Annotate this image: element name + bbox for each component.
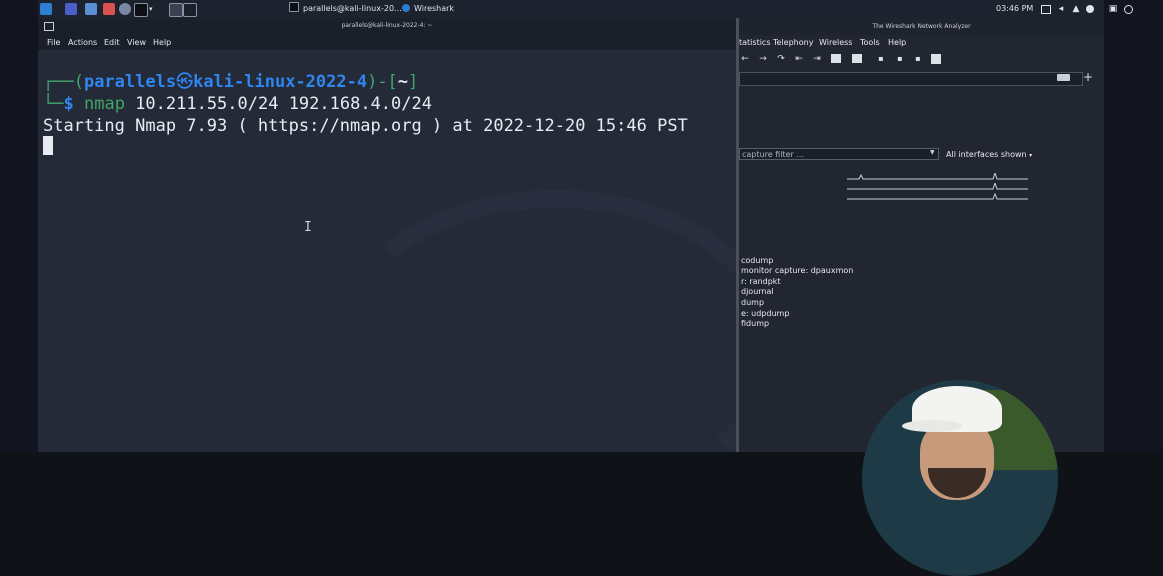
command-name: nmap — [83, 94, 125, 114]
prompt-bracket: ] — [408, 72, 419, 92]
colorize-icon[interactable] — [852, 54, 862, 63]
prompt-bracket: ┌──( — [43, 72, 84, 92]
volume-icon[interactable]: ◂ — [1056, 4, 1066, 14]
prompt-bracket: └─ — [43, 94, 64, 114]
ibeam-pointer-icon: I — [304, 220, 312, 235]
go-back-icon[interactable]: ← — [740, 54, 750, 64]
menu-edit[interactable]: Edit — [104, 38, 120, 47]
workspace-2-icon[interactable] — [183, 3, 197, 17]
first-packet-icon[interactable]: ⇤ — [794, 54, 804, 64]
kali-menu-icon[interactable] — [40, 3, 52, 15]
browser-icon[interactable] — [119, 3, 131, 15]
sparkline-loopback — [847, 193, 1028, 200]
clock[interactable]: 03:46 PM — [996, 0, 1033, 18]
terminal-launcher-icon[interactable] — [134, 3, 148, 17]
terminal-window: parallels@kali-linux-2022-4: ~ File Acti… — [38, 18, 736, 452]
lock-icon[interactable]: ▣ — [1108, 4, 1118, 14]
interface-item[interactable]: codump — [741, 256, 773, 265]
task-wireshark[interactable]: Wireshark — [402, 1, 454, 17]
display-filter-input[interactable] — [739, 72, 1083, 86]
top-panel: ▾ parallels@kali-linux-20... Wireshark 0… — [38, 0, 1133, 18]
prompt-line-2: └─$ nmap 10.211.55.0/24 192.168.4.0/24 — [43, 94, 432, 114]
interface-item[interactable]: fidump — [741, 319, 769, 328]
menu-tools[interactable]: Tools — [860, 38, 880, 47]
left-letterbox — [0, 0, 38, 452]
terminal-output[interactable]: ┌──(parallels㉿kali-linux-2022-4)-[~] └─$… — [38, 50, 736, 452]
menu-actions[interactable]: Actions — [68, 38, 97, 47]
resize-columns-icon[interactable] — [931, 54, 941, 64]
terminal-menubar: File Actions Edit View Help — [38, 34, 736, 50]
menu-view[interactable]: View — [127, 38, 146, 47]
show-desktop-icon[interactable] — [65, 3, 77, 15]
power-icon[interactable] — [1124, 5, 1133, 14]
menu-telephony[interactable]: Telephony — [773, 38, 813, 47]
interfaces-dropdown-label: All interfaces shown — [946, 150, 1027, 159]
kali-dragon-watermark — [328, 190, 736, 452]
go-forward-icon[interactable]: → — [758, 54, 768, 64]
wireshark-menubar: tatistics Telephony Wireless Tools Help — [739, 35, 1104, 50]
last-packet-icon[interactable]: ⇥ — [812, 54, 822, 64]
interface-item[interactable]: dump — [741, 298, 764, 307]
chevron-down-icon[interactable]: ▾ — [149, 3, 161, 15]
notification-bell-icon[interactable]: ▲ — [1071, 4, 1081, 14]
prompt-at: ㉿ — [176, 72, 194, 92]
sparkline-eth0 — [847, 173, 1028, 180]
task-wireshark-label: Wireshark — [414, 4, 455, 13]
menu-file[interactable]: File — [47, 38, 60, 47]
sparkline-any — [847, 183, 1028, 190]
menu-help[interactable]: Help — [888, 38, 906, 47]
autoscroll-icon[interactable] — [831, 54, 841, 63]
normal-size-icon[interactable]: ▪ — [913, 54, 923, 64]
menu-help[interactable]: Help — [153, 38, 171, 47]
task-terminal-label: parallels@kali-linux-20... — [303, 4, 402, 13]
file-manager-icon[interactable] — [85, 3, 97, 15]
window-divider — [736, 18, 739, 452]
nmap-output-line: Starting Nmap 7.93 ( https://nmap.org ) … — [43, 116, 688, 136]
prompt-dollar: $ — [63, 94, 74, 114]
terminal-icon — [289, 2, 299, 12]
prompt-dir: ~ — [397, 72, 409, 92]
filter-bookmark-icon[interactable] — [1057, 74, 1070, 81]
command-args: 10.211.55.0/24 192.168.4.0/24 — [124, 94, 432, 114]
webcam-cap-brim — [902, 420, 962, 432]
interface-item[interactable]: djournal — [741, 287, 774, 296]
wireshark-title: The Wireshark Network Analyzer — [739, 18, 1104, 35]
zoom-in-icon[interactable]: ▪ — [876, 54, 886, 64]
interface-item[interactable]: e: udpdump — [741, 309, 789, 318]
menu-wireless[interactable]: Wireless — [819, 38, 852, 47]
terminal-title: parallels@kali-linux-2022-4: ~ — [341, 22, 433, 29]
chevron-down-icon: ▾ — [1029, 152, 1033, 159]
prompt-host: kali-linux-2022-4 — [193, 72, 368, 92]
right-letterbox — [1104, 0, 1163, 452]
wireshark-icon — [402, 4, 410, 12]
network-icon[interactable] — [1086, 5, 1094, 13]
prompt-line-1: ┌──(parallels㉿kali-linux-2022-4)-[~] — [43, 72, 418, 92]
workspace-1-icon[interactable] — [169, 3, 183, 17]
task-terminal[interactable]: parallels@kali-linux-20... — [289, 1, 402, 17]
display-icon[interactable] — [1041, 5, 1051, 14]
text-editor-icon[interactable] — [103, 3, 115, 15]
wireshark-toolbar: ← → ↷ ⇤ ⇥ ▪ ▪ ▪ — [739, 50, 1104, 68]
prompt-user: parallels — [83, 72, 177, 92]
terminal-titlebar: parallels@kali-linux-2022-4: ~ — [38, 18, 736, 34]
prompt-bracket: )-[ — [367, 72, 398, 92]
zoom-out-icon[interactable]: ▪ — [895, 54, 905, 64]
webcam-overlay — [862, 380, 1058, 576]
interface-item[interactable]: r: randpkt — [741, 277, 781, 286]
add-filter-button[interactable]: + — [1083, 70, 1093, 84]
go-to-packet-icon[interactable]: ↷ — [776, 54, 786, 64]
interface-item[interactable]: monitor capture: dpauxmon — [741, 266, 853, 275]
menu-statistics[interactable]: tatistics — [739, 38, 771, 47]
interfaces-dropdown[interactable]: All interfaces shown ▾ — [946, 148, 1032, 161]
capture-filter-dropdown-icon[interactable]: ▼ — [930, 149, 935, 156]
capture-filter-input[interactable]: capture filter ... — [739, 148, 939, 160]
text-cursor — [43, 136, 53, 155]
